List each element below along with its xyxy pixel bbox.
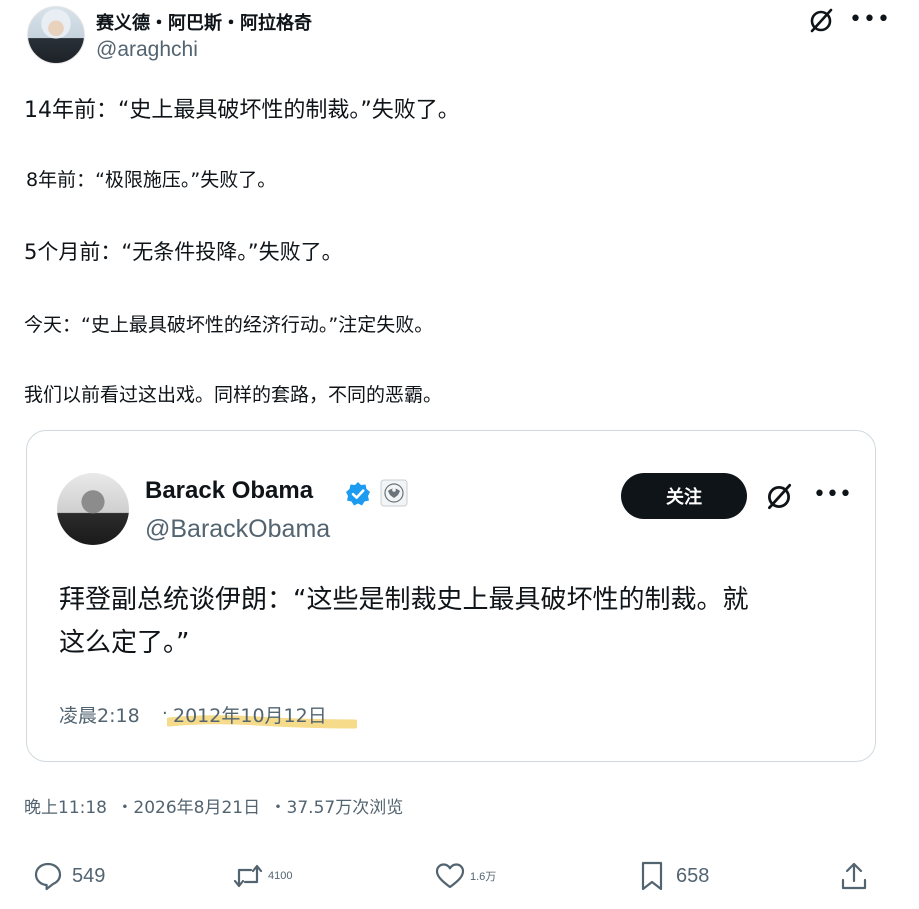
- post-line-1: 14年前：“史上最具破坏性的制裁。”失败了。: [24, 98, 460, 123]
- quoted-tweet-text: 拜登副总统谈伊朗：“这些是制裁史上最具破坏性的制裁。就这么定了。”: [59, 585, 749, 658]
- more-icon[interactable]: •••: [849, 8, 890, 32]
- post-time[interactable]: 晚上11:18: [24, 798, 107, 818]
- share-button[interactable]: [838, 860, 870, 892]
- post-line-5: 我们以前看过这出戏。同样的套路，不同的恶霸。: [24, 384, 443, 406]
- quoted-author-name[interactable]: Barack Obama: [145, 477, 313, 505]
- action-bar: 549 4100 1.6万 658: [0, 852, 919, 902]
- like-count: 1.6万: [470, 871, 497, 883]
- post-line-3: 5个月前：“无条件投降。”失败了。: [24, 240, 343, 264]
- reply-icon: [34, 862, 62, 891]
- repost-count: 4100: [268, 870, 293, 882]
- quoted-tweet-time[interactable]: 凌晨2:18: [59, 701, 140, 728]
- more-icon[interactable]: •••: [813, 483, 852, 507]
- quoted-tweet-card[interactable]: Barack Obama @BarackObama 关注 ••• 拜登副总统谈伊…: [26, 430, 876, 762]
- repost-button[interactable]: 4100: [232, 860, 292, 892]
- post-date[interactable]: ・2026年8月21日: [116, 798, 260, 818]
- post-meta: 晚上11:18 ・2026年8月21日 ・37.57万次浏览: [24, 793, 407, 818]
- bookmark-icon: [641, 861, 663, 891]
- quoted-author-handle[interactable]: @BarackObama: [145, 515, 330, 544]
- government-seal-icon: [380, 479, 408, 507]
- grok-icon[interactable]: [806, 6, 836, 36]
- post-line-4: 今天：“史上最具破坏性的经济行动。”注定失败。: [24, 314, 434, 336]
- share-icon: [841, 862, 867, 890]
- heart-icon: [435, 863, 465, 889]
- reply-button[interactable]: 549: [32, 860, 105, 892]
- bookmark-button[interactable]: 658: [636, 860, 709, 892]
- author-avatar[interactable]: [27, 6, 85, 64]
- like-button[interactable]: 1.6万: [434, 860, 496, 892]
- repost-icon: [233, 864, 263, 888]
- author-name[interactable]: 赛义德・阿巴斯・阿拉格奇: [96, 9, 312, 35]
- reply-count: 549: [72, 864, 106, 887]
- verified-badge-icon: [346, 482, 370, 506]
- follow-button[interactable]: 关注: [621, 473, 747, 519]
- author-handle[interactable]: @araghchi: [96, 38, 198, 62]
- post-views[interactable]: ・37.57万次浏览: [270, 798, 404, 818]
- quoted-tweet-date[interactable]: 2012年10月12日: [173, 705, 327, 727]
- bookmark-count: 658: [676, 864, 710, 887]
- quoted-tweet-date-container[interactable]: 2012年10月12日: [167, 701, 357, 729]
- post-line-2: 8年前：“极限施压。”失败了。: [26, 169, 277, 191]
- grok-icon[interactable]: [763, 481, 795, 513]
- quoted-author-avatar[interactable]: [57, 473, 129, 545]
